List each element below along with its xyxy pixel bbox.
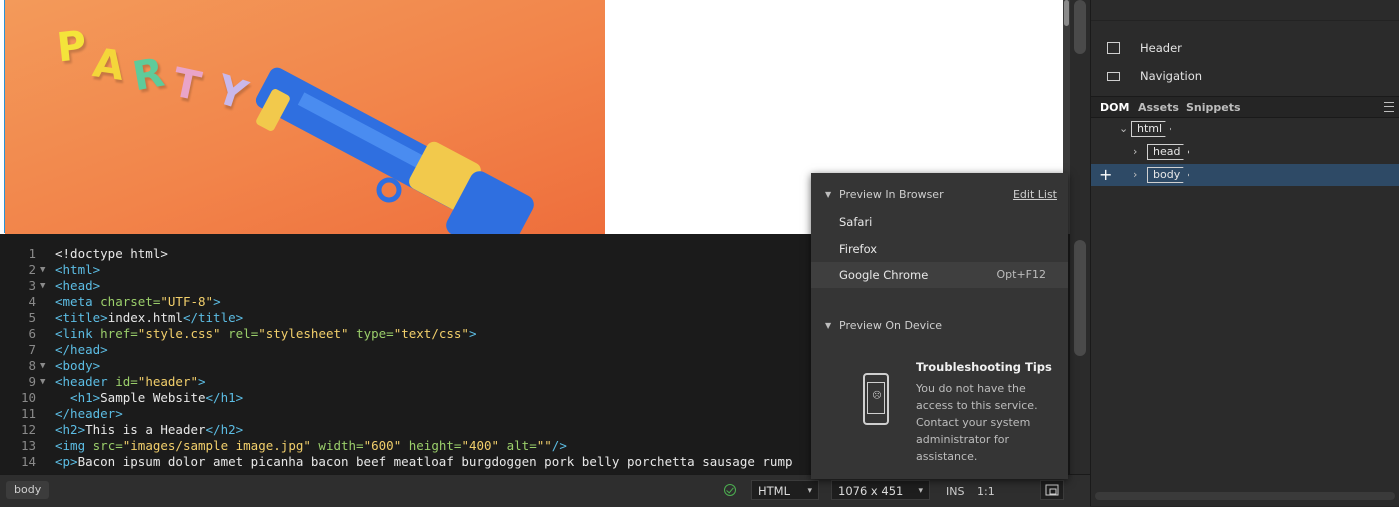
add-element-icon[interactable]: + [1099, 165, 1112, 184]
preview-on-device-header[interactable]: ▼ Preview On Device [811, 316, 1068, 336]
preview-icon [1045, 484, 1059, 496]
browser-label: Google Chrome [839, 268, 929, 282]
insert-mode[interactable]: INS [946, 485, 964, 498]
chevron-down-icon: ▾ [918, 486, 923, 496]
shortcut-label: Opt+F12 [996, 268, 1047, 281]
browser-item-firefox[interactable]: Firefox [811, 236, 1068, 262]
fold-toggle-icon[interactable]: ▼ [40, 262, 45, 278]
code-text: <img src="images/sample image.jpg" width… [55, 438, 567, 453]
code-text: <p>Bacon ipsum dolor amet picanha bacon … [55, 454, 793, 469]
chevron-right-icon[interactable]: › [1133, 168, 1137, 181]
tab-dom[interactable]: DOM [1100, 101, 1129, 114]
dom-node-head[interactable]: › head [1091, 141, 1399, 163]
line-number: 8 [28, 358, 36, 373]
code-text: <meta charset="UTF-8"> [55, 294, 221, 309]
insert-panel-top [1091, 0, 1399, 21]
language-select[interactable]: HTML ▾ [751, 480, 819, 500]
code-text: <header id="header"> [55, 374, 206, 389]
preview-button[interactable] [1040, 480, 1064, 500]
edit-list-link[interactable]: Edit List [1013, 188, 1057, 201]
section-label: Preview In Browser [839, 188, 944, 201]
preview-in-browser-header[interactable]: ▼ Preview In Browser Edit List [811, 185, 1068, 205]
insert-item-label: Header [1140, 41, 1182, 55]
line-number: 11 [20, 406, 36, 421]
panel-tabs: DOM Assets Snippets [1091, 96, 1399, 118]
line-number: 14 [20, 454, 36, 469]
header-icon [1107, 42, 1120, 54]
dom-node-html[interactable]: ⌄ html [1091, 118, 1399, 140]
code-text: <head> [55, 278, 101, 293]
chevron-right-icon[interactable]: › [1133, 145, 1137, 158]
chevron-down-icon[interactable]: ⌄ [1119, 122, 1128, 135]
scroll-thumb[interactable] [1074, 240, 1086, 356]
right-panel: Header Navigation DOM Assets Snippets ⌄ … [1090, 0, 1399, 506]
section-label: Preview On Device [839, 319, 943, 332]
line-number: 2 [28, 262, 36, 277]
dom-tag-label: head [1147, 144, 1190, 160]
collapse-triangle-icon: ▼ [825, 190, 832, 199]
fold-toggle-icon[interactable]: ▼ [40, 374, 45, 390]
main-scrollbar[interactable] [1070, 0, 1090, 506]
code-text: <body> [55, 358, 101, 373]
line-number: 1 [28, 246, 36, 261]
insert-item-header[interactable]: Header [1091, 36, 1399, 62]
troubleshooting-text: You do not have the [916, 382, 1026, 395]
insert-item-navigation[interactable]: Navigation [1091, 64, 1399, 90]
line-number: 6 [28, 326, 36, 341]
browser-label: Safari [839, 215, 873, 229]
line-number: 3 [28, 278, 36, 293]
troubleshooting-text: administrator for [916, 433, 1010, 446]
line-number: 7 [28, 342, 36, 357]
browser-item-safari[interactable]: Safari [811, 209, 1068, 235]
language-value: HTML [758, 484, 791, 498]
line-number: 13 [20, 438, 36, 453]
preview-popup: ▼ Preview In Browser Edit List Safari Fi… [811, 173, 1068, 479]
tab-snippets[interactable]: Snippets [1186, 101, 1241, 114]
code-text: <h1>Sample Website</h1> [55, 390, 244, 405]
code-text: <html> [55, 262, 101, 277]
collapse-triangle-icon: ▼ [825, 321, 832, 330]
code-text: <link href="style.css" rel="stylesheet" … [55, 326, 477, 341]
tab-assets[interactable]: Assets [1138, 101, 1179, 114]
panel-menu-icon[interactable] [1384, 102, 1394, 112]
chevron-down-icon: ▾ [807, 486, 812, 496]
code-text: <title>index.html</title> [55, 310, 244, 325]
dom-node-body[interactable]: + › body [1091, 164, 1399, 186]
troubleshooting-text: Contact your system [916, 416, 1031, 429]
linting-ok-icon[interactable] [724, 484, 736, 496]
troubleshooting-text: assistance. [916, 450, 978, 463]
code-text: <h2>This is a Header</h2> [55, 422, 244, 437]
scroll-thumb[interactable] [1074, 0, 1086, 54]
troubleshooting-title: Troubleshooting Tips [916, 360, 1052, 374]
fold-toggle-icon[interactable]: ▼ [40, 358, 45, 374]
phone-sad-icon: ☹ [863, 373, 889, 425]
code-text: </header> [55, 406, 123, 421]
panel-horizontal-scrollbar[interactable] [1095, 492, 1395, 500]
navigation-icon [1107, 72, 1120, 81]
insert-item-label: Navigation [1140, 69, 1203, 83]
line-number: 10 [20, 390, 36, 405]
troubleshooting-text: access to this service. [916, 399, 1038, 412]
code-text: <!doctype html> [55, 246, 168, 261]
window-size-value: 1076 x 451 [838, 484, 904, 498]
window-size-select[interactable]: 1076 x 451 ▾ [831, 480, 930, 500]
browser-label: Firefox [839, 242, 878, 256]
cursor-position: 1:1 [977, 485, 995, 498]
line-number: 4 [28, 294, 36, 309]
fold-toggle-icon[interactable]: ▼ [40, 278, 45, 294]
code-text: </head> [55, 342, 108, 357]
line-number: 12 [20, 422, 36, 437]
line-number: 9 [28, 374, 36, 389]
browser-item-chrome[interactable]: Google Chrome Opt+F12 [811, 262, 1068, 288]
dom-tag-label: html [1131, 121, 1172, 137]
dom-tag-label: body [1147, 167, 1190, 183]
tag-selector-body[interactable]: body [6, 481, 50, 499]
line-number: 5 [28, 310, 36, 325]
